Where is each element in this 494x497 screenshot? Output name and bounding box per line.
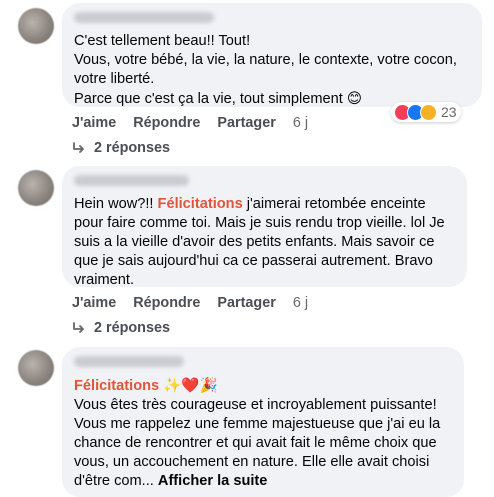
- see-more-link[interactable]: Afficher la suite: [158, 473, 267, 489]
- reply-arrow-icon: [73, 142, 84, 153]
- comment-actions: J'aime Répondre Partager 6 j: [72, 295, 325, 311]
- timestamp[interactable]: 6 j: [293, 115, 308, 131]
- view-replies-link[interactable]: 2 réponses: [72, 140, 170, 156]
- author-name-blurred[interactable]: [74, 356, 184, 367]
- author-name-blurred[interactable]: [74, 12, 214, 23]
- like-button[interactable]: J'aime: [72, 295, 116, 311]
- comment-bubble: C'est tellement beau!! Tout! Vous, votre…: [62, 3, 482, 107]
- timestamp[interactable]: 6 j: [293, 295, 308, 311]
- avatar[interactable]: [18, 350, 54, 386]
- reply-button[interactable]: Répondre: [133, 295, 200, 311]
- avatar[interactable]: [18, 8, 54, 44]
- view-replies-link[interactable]: 2 réponses: [72, 320, 170, 336]
- avatar[interactable]: [18, 170, 54, 206]
- reply-arrow-icon: [73, 322, 84, 333]
- like-button[interactable]: J'aime: [72, 115, 116, 131]
- comment-text: C'est tellement beau!! Tout! Vous, votre…: [74, 33, 457, 107]
- comment-bubble: Hein wow?!! Félicitations j'aimerai reto…: [62, 166, 467, 288]
- sparkle-heart-party-emoji-icon: ✨❤️🎉: [163, 377, 218, 394]
- comment-text: Félicitations ✨❤️🎉 Vous êtes très courag…: [74, 377, 441, 489]
- smile-emoji-icon: 😊: [346, 90, 363, 107]
- replies-count-label: 2 réponses: [94, 140, 170, 156]
- replies-count-label: 2 réponses: [94, 320, 170, 336]
- author-name-blurred[interactable]: [74, 175, 189, 186]
- comment-text: Hein wow?!! Félicitations j'aimerai reto…: [74, 196, 445, 288]
- reactions-summary[interactable]: 23: [391, 102, 461, 122]
- comment-actions: J'aime Répondre Partager 6 j: [72, 115, 325, 131]
- reaction-count: 23: [441, 104, 457, 120]
- share-button[interactable]: Partager: [217, 115, 275, 131]
- mention-highlight: Félicitations: [74, 378, 160, 394]
- reply-button[interactable]: Répondre: [133, 115, 200, 131]
- care-reaction-icon: [420, 103, 437, 121]
- share-button[interactable]: Partager: [217, 295, 275, 311]
- comment-bubble: Félicitations ✨❤️🎉 Vous êtes très courag…: [62, 347, 464, 497]
- mention-highlight: Félicitations: [157, 196, 243, 212]
